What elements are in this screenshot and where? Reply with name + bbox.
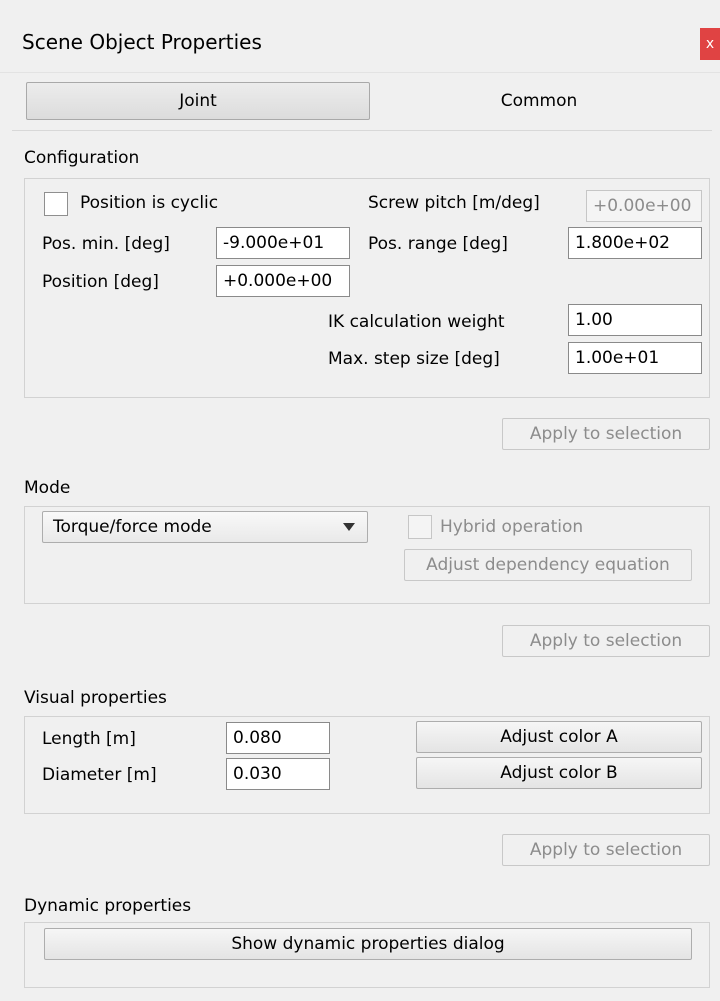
mode-apply-button[interactable]: Apply to selection <box>502 625 710 657</box>
pos-min-label: Pos. min. [deg] <box>42 234 170 254</box>
title-divider <box>0 72 720 73</box>
visual-section-label: Visual properties <box>24 688 167 708</box>
tab-common[interactable]: Common <box>372 82 706 120</box>
mode-select[interactable]: Torque/force mode <box>42 511 368 543</box>
dynamic-section-label: Dynamic properties <box>24 896 192 916</box>
position-field[interactable]: +0.000e+00 <box>216 265 350 297</box>
pos-range-field[interactable]: 1.800e+02 <box>568 227 702 259</box>
tab-joint[interactable]: Joint <box>26 82 370 120</box>
hybrid-operation-checkbox[interactable] <box>408 515 432 539</box>
pos-range-label: Pos. range [deg] <box>368 234 508 254</box>
pos-min-field[interactable]: -9.000e+01 <box>216 227 350 259</box>
position-cyclic-label: Position is cyclic <box>80 193 219 213</box>
adjust-dependency-button[interactable]: Adjust dependency equation <box>404 549 692 581</box>
hybrid-operation-label: Hybrid operation <box>440 517 584 537</box>
mode-select-value: Torque/force mode <box>53 517 212 537</box>
adjust-color-b-button[interactable]: Adjust color B <box>416 757 702 789</box>
configuration-apply-button[interactable]: Apply to selection <box>502 418 710 450</box>
length-label: Length [m] <box>42 729 136 749</box>
max-step-field[interactable]: 1.00e+01 <box>568 342 702 374</box>
screw-pitch-field[interactable]: +0.00e+00 <box>586 190 702 222</box>
configuration-section-label: Configuration <box>24 148 140 168</box>
ik-weight-field[interactable]: 1.00 <box>568 304 702 336</box>
visual-apply-button[interactable]: Apply to selection <box>502 834 710 866</box>
position-label: Position [deg] <box>42 272 159 292</box>
diameter-field[interactable]: 0.030 <box>226 758 330 790</box>
max-step-label: Max. step size [deg] <box>328 349 500 369</box>
screw-pitch-label: Screw pitch [m/deg] <box>368 193 540 213</box>
mode-section-label: Mode <box>24 478 71 498</box>
tab-divider <box>12 130 712 131</box>
diameter-label: Diameter [m] <box>42 765 157 785</box>
chevron-down-icon <box>343 523 355 531</box>
ik-weight-label: IK calculation weight <box>328 312 505 332</box>
position-cyclic-checkbox[interactable] <box>44 192 68 216</box>
adjust-color-a-button[interactable]: Adjust color A <box>416 721 702 753</box>
length-field[interactable]: 0.080 <box>226 722 330 754</box>
show-dynamic-dialog-button[interactable]: Show dynamic properties dialog <box>44 928 692 960</box>
window-title: Scene Object Properties <box>22 30 262 54</box>
close-button[interactable]: x <box>700 28 720 60</box>
close-icon: x <box>705 36 715 52</box>
